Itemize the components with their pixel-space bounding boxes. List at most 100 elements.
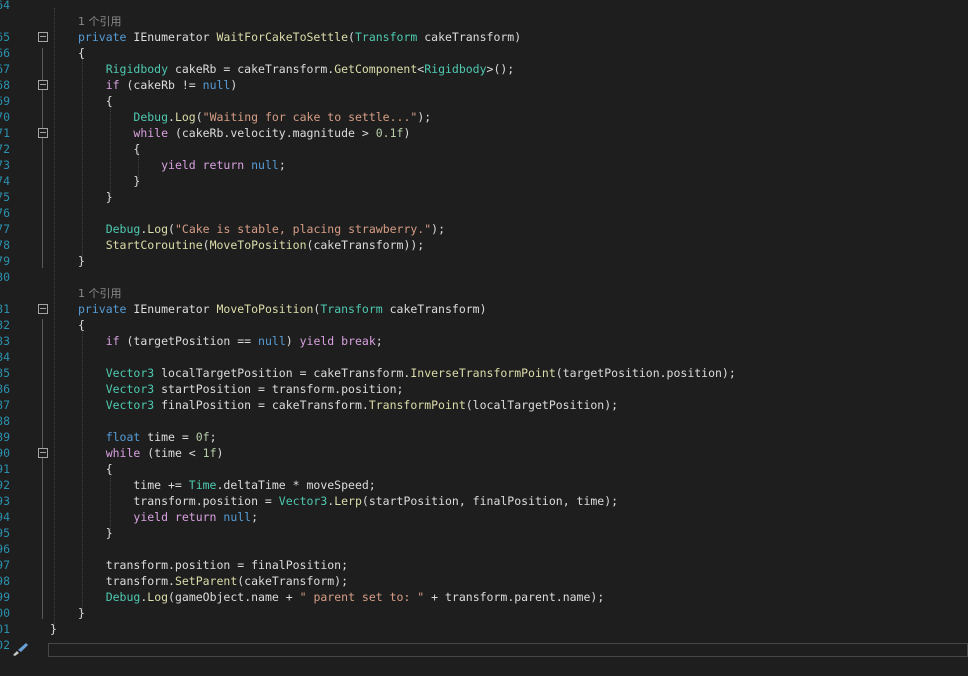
- line-number: 66: [0, 46, 10, 60]
- code-line[interactable]: 74 }: [0, 173, 968, 189]
- code-text: }: [78, 525, 113, 541]
- line-number: 81: [0, 302, 10, 316]
- code-line[interactable]: 99 Debug.Log(gameObject.name + " parent …: [0, 589, 968, 605]
- code-line[interactable]: 67 Rigidbody cakeRb = cakeTransform.GetC…: [0, 61, 968, 77]
- code-text: }: [78, 253, 85, 269]
- code-token: cakeTransform): [382, 302, 487, 316]
- line-number: 85: [0, 366, 10, 380]
- reference-lens-line[interactable]: 1 个引用: [0, 13, 968, 29]
- code-line[interactable]: 73 yield return null;: [0, 157, 968, 173]
- code-line[interactable]: 66 {: [0, 45, 968, 61]
- reference-lens-line[interactable]: 1 个引用: [0, 285, 968, 301]
- code-line[interactable]: 65 private IEnumerator WaitForCakeToSettl…: [0, 29, 968, 45]
- code-token: ;: [375, 334, 383, 348]
- code-text: private IEnumerator MoveToPosition(Trans…: [78, 301, 487, 317]
- code-token: cakeTransform): [417, 30, 522, 44]
- code-line[interactable]: 88: [0, 413, 968, 429]
- code-line[interactable]: 95 }: [0, 525, 968, 541]
- code-line[interactable]: 91 {: [0, 461, 968, 477]
- code-line[interactable]: 84: [0, 349, 968, 365]
- code-token: finalPosition = cakeTransform.: [154, 398, 369, 412]
- line-number: 79: [0, 254, 10, 268]
- code-token: Vector3: [105, 398, 155, 412]
- code-line[interactable]: 94 yield return null;: [0, 509, 968, 525]
- code-editor[interactable]: 64 1 个引用 65 private IEnumerator WaitForCake…: [0, 0, 968, 676]
- brush-icon[interactable]: [10, 641, 30, 657]
- code-line[interactable]: 101}: [0, 621, 968, 637]
- line-number: 87: [0, 398, 10, 412]
- code-token: IEnumerator: [133, 30, 217, 44]
- code-text: while (time < 1f): [78, 445, 224, 461]
- code-line[interactable]: 90 while (time < 1f): [0, 445, 968, 461]
- code-token: Rigidbody: [424, 62, 487, 76]
- code-token: ): [403, 126, 411, 140]
- code-line[interactable]: 69 {: [0, 93, 968, 109]
- code-token: MoveToPosition: [216, 302, 314, 316]
- code-line[interactable]: 79}: [0, 253, 968, 269]
- code-line[interactable]: 93 transform.position = Vector3.Lerp(sta…: [0, 493, 968, 509]
- code-token: Log: [174, 110, 196, 124]
- line-number: 83: [0, 334, 10, 348]
- collapse-toggle-icon[interactable]: [38, 32, 48, 42]
- line-number: 96: [0, 542, 10, 556]
- code-token: {: [78, 46, 85, 60]
- code-token: WaitForCakeToSettle: [216, 30, 349, 44]
- code-token: ;: [251, 510, 259, 524]
- code-line[interactable]: 75 }: [0, 189, 968, 205]
- code-line[interactable]: 71 while (cakeRb.velocity.magnitude > 0.…: [0, 125, 968, 141]
- collapse-toggle-icon[interactable]: [38, 80, 48, 90]
- code-line[interactable]: 76: [0, 205, 968, 221]
- code-token: (cakeTransform));: [306, 238, 425, 252]
- code-line[interactable]: 100}: [0, 605, 968, 621]
- code-line[interactable]: 89 float time = 0f;: [0, 429, 968, 445]
- code-line[interactable]: 72 {: [0, 141, 968, 157]
- code-text: yield return null;: [78, 509, 258, 525]
- code-line[interactable]: 97 transform.position = finalPosition;: [0, 557, 968, 573]
- code-text: Rigidbody cakeRb = cakeTransform.GetComp…: [78, 61, 515, 77]
- line-number: 94: [0, 510, 10, 524]
- code-token: yield return: [133, 510, 224, 524]
- code-line[interactable]: 96: [0, 541, 968, 557]
- code-text: {: [78, 93, 113, 109]
- code-line[interactable]: 92 time += Time.deltaTime * moveSpeed;: [0, 477, 968, 493]
- line-number: 95: [0, 526, 10, 540]
- code-line[interactable]: 77 Debug.Log("Cake is stable, placing st…: [0, 221, 968, 237]
- code-line[interactable]: 85 Vector3 localTargetPosition = cakeTra…: [0, 365, 968, 381]
- code-token: Log: [147, 222, 169, 236]
- code-line[interactable]: 70 Debug.Log("Waiting for cake to settle…: [0, 109, 968, 125]
- code-token: localTargetPosition = cakeTransform.: [154, 366, 411, 380]
- collapse-toggle-icon[interactable]: [38, 448, 48, 458]
- code-line[interactable]: 78 StartCoroutine(MoveToPosition(cakeTra…: [0, 237, 968, 253]
- code-line[interactable]: 68 if (cakeRb != null): [0, 77, 968, 93]
- collapse-toggle-icon[interactable]: [38, 304, 48, 314]
- code-line[interactable]: 86 Vector3 startPosition = transform.pos…: [0, 381, 968, 397]
- code-token: ): [216, 446, 224, 460]
- line-number: 75: [0, 190, 10, 204]
- line-number: 64: [0, 0, 10, 12]
- reference-count-link[interactable]: 1 个引用: [78, 287, 122, 300]
- code-token: {: [78, 462, 113, 476]
- code-line[interactable]: 82 {: [0, 317, 968, 333]
- line-number: 89: [0, 430, 10, 444]
- reference-count-link[interactable]: 1 个引用: [78, 15, 122, 28]
- code-token: (targetPosition.position);: [555, 366, 736, 380]
- line-number: 99: [0, 590, 10, 604]
- code-line[interactable]: 98 transform.SetParent(cakeTransform);: [0, 573, 968, 589]
- code-token: Vector3: [278, 494, 328, 508]
- code-line[interactable]: 80: [0, 269, 968, 285]
- collapse-toggle-icon[interactable]: [38, 128, 48, 138]
- code-token: Time: [188, 478, 217, 492]
- line-number: 82: [0, 318, 10, 332]
- code-token: {: [78, 142, 141, 156]
- code-line[interactable]: 83 if (targetPosition == null) yield bre…: [0, 333, 968, 349]
- code-text: transform.SetParent(cakeTransform);: [78, 573, 348, 589]
- code-line[interactable]: 64: [0, 0, 968, 13]
- code-token: (: [195, 110, 203, 124]
- code-token: Log: [147, 590, 169, 604]
- code-text: }: [50, 621, 57, 637]
- code-line[interactable]: 87 Vector3 finalPosition = cakeTransform…: [0, 397, 968, 413]
- code-line[interactable]: 81 private IEnumerator MoveToPosition(Tra…: [0, 301, 968, 317]
